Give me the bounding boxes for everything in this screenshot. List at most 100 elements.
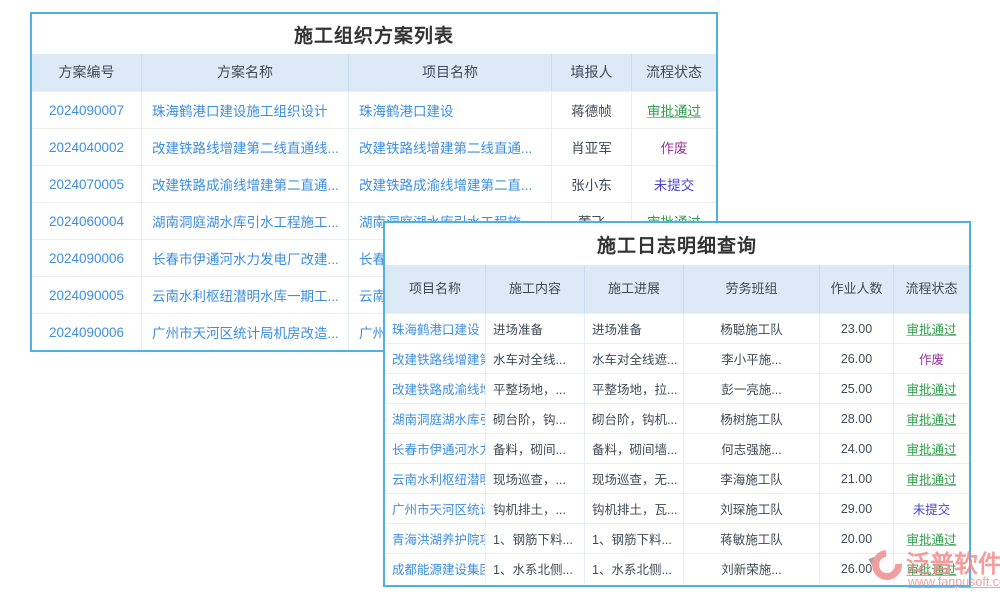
- plan-list-row[interactable]: 2024090007 珠海鹤港口建设施工组织设计 珠海鹤港口建设 蒋德帧 审批通…: [32, 91, 716, 128]
- project-name-cell[interactable]: 青海洪湖养护院项目: [385, 524, 486, 553]
- status-cell[interactable]: 审批通过: [894, 314, 969, 343]
- work-content-cell: 1、水系北侧...: [486, 554, 585, 583]
- project-name-cell[interactable]: 广州市天河区统计局: [385, 494, 486, 523]
- plan-name-cell[interactable]: 云南水利枢纽潜明水库一期工...: [142, 277, 349, 313]
- daily-log-header-project: 项目名称: [385, 265, 486, 313]
- worker-count-cell: 21.00: [820, 464, 894, 493]
- daily-log-row[interactable]: 珠海鹤港口建设 进场准备 进场准备 杨聪施工队 23.00 审批通过: [385, 313, 969, 343]
- work-content-cell: 平整场地，...: [486, 374, 585, 403]
- worker-count-cell: 23.00: [820, 314, 894, 343]
- work-content-cell: 钩机排土，...: [486, 494, 585, 523]
- plan-id-cell[interactable]: 2024070005: [32, 166, 142, 202]
- vendor-watermark: 泛普软件 www.fanpusoft.com: [858, 534, 1000, 594]
- worker-count-cell: 29.00: [820, 494, 894, 523]
- plan-name-cell[interactable]: 湖南洞庭湖水库引水工程施工...: [142, 203, 349, 239]
- worker-count-cell: 25.00: [820, 374, 894, 403]
- reporter-cell: 蒋德帧: [552, 92, 632, 128]
- plan-id-cell[interactable]: 2024090005: [32, 277, 142, 313]
- project-name-cell[interactable]: 改建铁路线增建第二线直通线: [385, 344, 486, 373]
- project-name-cell[interactable]: 珠海鹤港口建设: [349, 92, 552, 128]
- plan-list-header-status: 流程状态: [632, 54, 716, 91]
- labor-team-cell: 何志强施...: [684, 434, 820, 463]
- status-cell[interactable]: 作废: [632, 129, 716, 165]
- daily-log-window: 施工日志明细查询 项目名称 施工内容 施工进展 劳务班组 作业人数 流程状态 珠…: [383, 221, 971, 587]
- reporter-cell: 张小东: [552, 166, 632, 202]
- work-progress-cell: 进场准备: [585, 314, 684, 343]
- plan-list-header-id: 方案编号: [32, 54, 142, 91]
- work-content-cell: 砌台阶，钩...: [486, 404, 585, 433]
- daily-log-row[interactable]: 云南水利枢纽潜明水库 现场巡查，... 现场巡查，无... 李海施工队 21.0…: [385, 463, 969, 493]
- labor-team-cell: 刘琛施工队: [684, 494, 820, 523]
- plan-name-cell[interactable]: 长春市伊通河水力发电厂改建...: [142, 240, 349, 276]
- labor-team-cell: 刘新荣施...: [684, 554, 820, 583]
- plan-id-cell[interactable]: 2024090006: [32, 240, 142, 276]
- worker-count-cell: 24.00: [820, 434, 894, 463]
- plan-name-cell[interactable]: 珠海鹤港口建设施工组织设计: [142, 92, 349, 128]
- labor-team-cell: 杨聪施工队: [684, 314, 820, 343]
- work-content-cell: 备料，砌间...: [486, 434, 585, 463]
- plan-list-header-plan: 方案名称: [142, 54, 349, 91]
- project-name-cell[interactable]: 长春市伊通河水力发电厂: [385, 434, 486, 463]
- plan-id-cell[interactable]: 2024040002: [32, 129, 142, 165]
- project-name-cell[interactable]: 成都能源建设集团: [385, 554, 486, 583]
- work-progress-cell: 备料，砌间墙...: [585, 434, 684, 463]
- plan-list-title: 施工组织方案列表: [32, 14, 716, 54]
- labor-team-cell: 蒋敏施工队: [684, 524, 820, 553]
- worker-count-cell: 26.00: [820, 344, 894, 373]
- plan-name-cell[interactable]: 改建铁路线增建第二线直通线...: [142, 129, 349, 165]
- daily-log-row[interactable]: 长春市伊通河水力发电厂 备料，砌间... 备料，砌间墙... 何志强施... 2…: [385, 433, 969, 463]
- daily-log-row[interactable]: 改建铁路成渝线增建第二直通 平整场地，... 平整场地，拉... 彭一亮施...…: [385, 373, 969, 403]
- project-name-cell[interactable]: 湖南洞庭湖水库引水工程: [385, 404, 486, 433]
- status-cell[interactable]: 未提交: [632, 166, 716, 202]
- daily-log-header-status: 流程状态: [894, 265, 969, 313]
- daily-log-row[interactable]: 改建铁路线增建第二线直通线 水车对全线... 水车对全线遮... 李小平施...…: [385, 343, 969, 373]
- work-progress-cell: 砌台阶，钩机...: [585, 404, 684, 433]
- plan-id-cell[interactable]: 2024060004: [32, 203, 142, 239]
- daily-log-row[interactable]: 广州市天河区统计局 钩机排土，... 钩机排土，瓦... 刘琛施工队 29.00…: [385, 493, 969, 523]
- status-cell[interactable]: 未提交: [894, 494, 969, 523]
- status-cell[interactable]: 审批通过: [632, 92, 716, 128]
- daily-log-header-progress: 施工进展: [585, 265, 684, 313]
- labor-team-cell: 李小平施...: [684, 344, 820, 373]
- work-progress-cell: 1、水系北侧...: [585, 554, 684, 583]
- reporter-cell: 肖亚军: [552, 129, 632, 165]
- labor-team-cell: 杨树施工队: [684, 404, 820, 433]
- work-content-cell: 进场准备: [486, 314, 585, 343]
- labor-team-cell: 彭一亮施...: [684, 374, 820, 403]
- work-progress-cell: 平整场地，拉...: [585, 374, 684, 403]
- screen: 施工组织方案列表 方案编号 方案名称 项目名称 填报人 流程状态 2024090…: [0, 0, 1000, 600]
- work-content-cell: 水车对全线...: [486, 344, 585, 373]
- plan-id-cell[interactable]: 2024090006: [32, 314, 142, 350]
- worker-count-cell: 28.00: [820, 404, 894, 433]
- work-progress-cell: 现场巡查，无...: [585, 464, 684, 493]
- vendor-url-link[interactable]: www.fanpusoft.com: [908, 575, 1000, 589]
- plan-list-row[interactable]: 2024070005 改建铁路成渝线增建第二直通... 改建铁路成渝线增建第二直…: [32, 165, 716, 202]
- project-name-cell[interactable]: 云南水利枢纽潜明水库: [385, 464, 486, 493]
- daily-log-title: 施工日志明细查询: [385, 223, 969, 265]
- status-cell[interactable]: 作废: [894, 344, 969, 373]
- project-name-cell[interactable]: 改建铁路线增建第二线直通...: [349, 129, 552, 165]
- plan-list-header-project: 项目名称: [349, 54, 552, 91]
- status-cell[interactable]: 审批通过: [894, 404, 969, 433]
- plan-name-cell[interactable]: 改建铁路成渝线增建第二直通...: [142, 166, 349, 202]
- project-name-cell[interactable]: 珠海鹤港口建设: [385, 314, 486, 343]
- plan-list-row[interactable]: 2024040002 改建铁路线增建第二线直通线... 改建铁路线增建第二线直通…: [32, 128, 716, 165]
- status-cell[interactable]: 审批通过: [894, 374, 969, 403]
- project-name-cell[interactable]: 改建铁路成渝线增建第二直...: [349, 166, 552, 202]
- status-cell[interactable]: 审批通过: [894, 464, 969, 493]
- plan-list-header-row: 方案编号 方案名称 项目名称 填报人 流程状态: [32, 54, 716, 91]
- work-content-cell: 现场巡查，...: [486, 464, 585, 493]
- plan-name-cell[interactable]: 广州市天河区统计局机房改造...: [142, 314, 349, 350]
- plan-id-cell[interactable]: 2024090007: [32, 92, 142, 128]
- work-progress-cell: 水车对全线遮...: [585, 344, 684, 373]
- work-progress-cell: 1、钢筋下料...: [585, 524, 684, 553]
- project-name-cell[interactable]: 改建铁路成渝线增建第二直通: [385, 374, 486, 403]
- daily-log-header-team: 劳务班组: [684, 265, 820, 313]
- daily-log-row[interactable]: 湖南洞庭湖水库引水工程 砌台阶，钩... 砌台阶，钩机... 杨树施工队 28.…: [385, 403, 969, 433]
- status-cell[interactable]: 审批通过: [894, 434, 969, 463]
- work-progress-cell: 钩机排土，瓦...: [585, 494, 684, 523]
- daily-log-header-content: 施工内容: [486, 265, 585, 313]
- work-content-cell: 1、钢筋下料...: [486, 524, 585, 553]
- labor-team-cell: 李海施工队: [684, 464, 820, 493]
- plan-list-header-reporter: 填报人: [552, 54, 632, 91]
